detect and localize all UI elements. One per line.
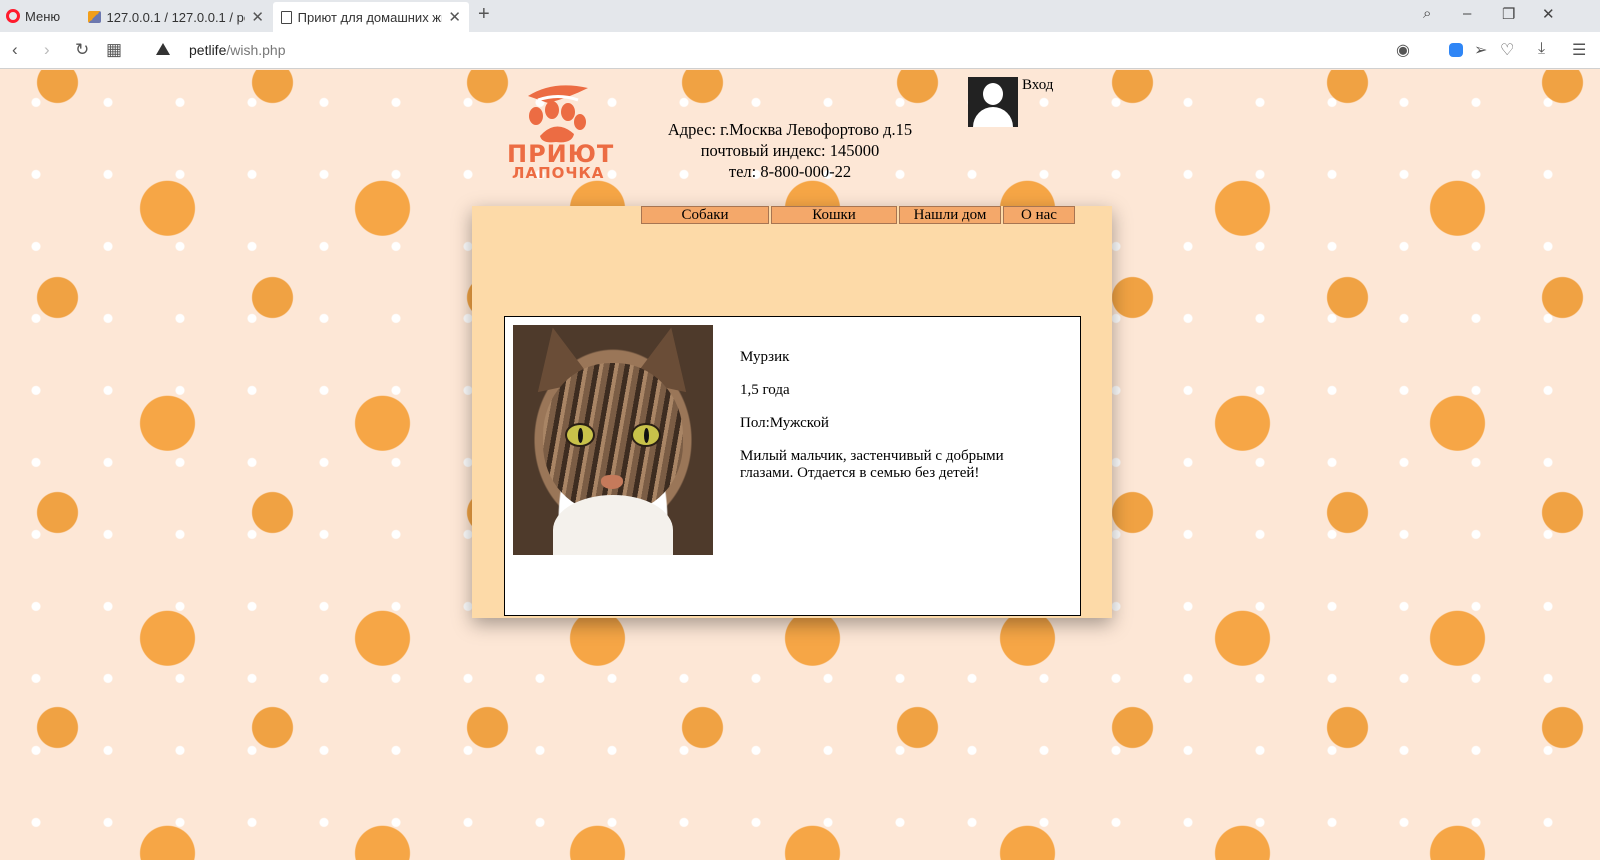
nav-about[interactable]: О нас xyxy=(1003,206,1075,224)
logo-subtitle: ЛАПОЧКА xyxy=(512,164,605,182)
login-link[interactable]: Вход xyxy=(1022,77,1053,127)
phone-line: тел: 8-800-000-22 xyxy=(728,162,852,181)
nav-cats[interactable]: Кошки xyxy=(771,206,897,224)
pet-description: Милый мальчик, застенчивый с добрыми гла… xyxy=(740,448,1004,481)
document-icon xyxy=(281,10,292,24)
content-panel: Собаки Кошки Нашли дом О нас Мурзик 1,5 … xyxy=(472,206,1112,618)
reload-icon[interactable]: ↻ xyxy=(75,40,89,60)
browser-tab-bar: Меню 127.0.0.1 / 127.0.0.1 / pet / ✕ При… xyxy=(0,0,1600,32)
new-tab-button[interactable]: + xyxy=(478,3,490,26)
back-icon[interactable]: ‹ xyxy=(12,40,18,60)
postal-code-line: почтовый индекс: 145000 xyxy=(700,141,880,160)
tab-title: Приют для домашних жи xyxy=(297,9,443,25)
heart-icon[interactable]: ♡ xyxy=(1500,40,1514,60)
pet-age: 1,5 года xyxy=(740,382,790,398)
page-viewport: ПРИЮТ ЛАПОЧКА Адрес: г.Москва Левофортов… xyxy=(0,70,1600,860)
pet-name: Мурзик xyxy=(740,349,790,365)
address-line: Адрес: г.Москва Левофортово д.15 xyxy=(667,120,913,139)
nav-adopted[interactable]: Нашли дом xyxy=(899,206,1001,224)
send-icon[interactable]: ➢ xyxy=(1474,40,1487,60)
url-path: /wish.php xyxy=(226,42,286,58)
pet-card: Мурзик 1,5 года Пол:Мужской Милый мальчи… xyxy=(504,316,1081,616)
restore-button[interactable]: ❐ xyxy=(1502,5,1515,23)
close-icon[interactable]: ✕ xyxy=(251,8,264,26)
tab-phpmyadmin[interactable]: 127.0.0.1 / 127.0.0.1 / pet / ✕ xyxy=(80,2,272,32)
url-host: petlife xyxy=(189,42,227,58)
minimize-button[interactable]: – xyxy=(1463,5,1471,22)
speed-dial-icon[interactable]: ▦ xyxy=(106,40,122,60)
phpmyadmin-icon xyxy=(88,11,101,23)
opera-menu-button[interactable]: Меню xyxy=(6,6,60,26)
easy-setup-icon[interactable]: ☰ xyxy=(1572,40,1586,60)
url-field[interactable]: petlife/wish.php xyxy=(189,42,286,58)
forward-icon[interactable]: › xyxy=(44,40,50,60)
camera-icon[interactable]: ◉ xyxy=(1396,40,1410,60)
address-bar: ‹ › ↻ ▦ petlife/wish.php ◉ ➢ ♡ ⤓ ☰ xyxy=(0,32,1600,69)
tab-shelter[interactable]: Приют для домашних жи ✕ xyxy=(273,2,469,32)
user-avatar-icon[interactable] xyxy=(968,77,1018,127)
nav-dogs[interactable]: Собаки xyxy=(641,206,769,224)
warning-icon[interactable] xyxy=(156,43,170,55)
tab-title: 127.0.0.1 / 127.0.0.1 / pet / xyxy=(106,9,246,25)
close-window-button[interactable]: ✕ xyxy=(1542,5,1555,23)
vpn-icon[interactable] xyxy=(1449,43,1463,57)
search-icon[interactable]: ⌕ xyxy=(1423,5,1431,22)
menu-label: Меню xyxy=(25,8,61,24)
login-block[interactable]: Вход xyxy=(968,77,1053,127)
pet-sex: Пол:Мужской xyxy=(740,415,829,431)
pet-info: Мурзик 1,5 года Пол:Мужской Милый мальчи… xyxy=(740,349,1040,498)
main-nav: Собаки Кошки Нашли дом О нас xyxy=(641,206,1075,224)
opera-logo-icon xyxy=(6,9,20,23)
contact-info: Адрес: г.Москва Левофортово д.15 почтовы… xyxy=(640,119,940,182)
pet-photo xyxy=(513,325,713,555)
close-icon[interactable]: ✕ xyxy=(448,8,461,26)
download-icon[interactable]: ⤓ xyxy=(1538,40,1545,58)
